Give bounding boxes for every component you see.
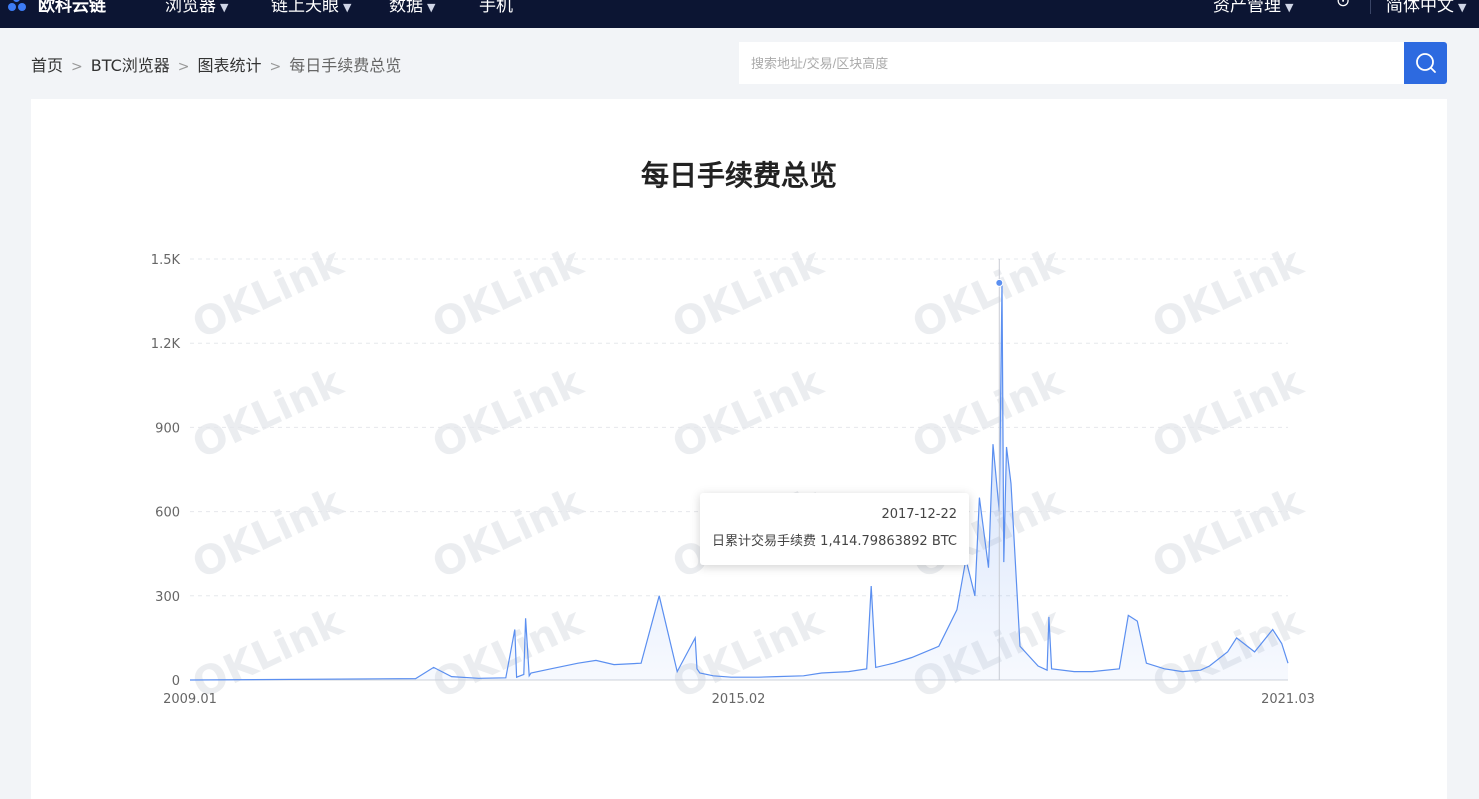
breadcrumb-home[interactable]: 首页 <box>31 56 63 75</box>
breadcrumb-chart-stats[interactable]: 图表统计 <box>197 56 261 75</box>
watermark: OKLink <box>906 238 1071 348</box>
highlight-point <box>995 278 1004 287</box>
breadcrumb-separator: > <box>269 59 282 75</box>
watermark: OKLink <box>1146 358 1311 468</box>
search-button[interactable] <box>1404 42 1447 84</box>
watermark: OKLink <box>186 238 351 348</box>
y-tick-label: 1.2K <box>151 337 181 352</box>
watermark: OKLink <box>426 598 591 708</box>
watermark: OKLink <box>666 358 831 468</box>
language-selector[interactable]: 简体中文 ▼ <box>1386 0 1466 16</box>
series-area <box>190 283 1288 680</box>
watermark: OKLink <box>426 358 591 468</box>
y-tick-label: 300 <box>155 590 180 605</box>
nav-mobile[interactable]: 手机 <box>479 0 513 16</box>
chevron-down-icon: ▼ <box>220 1 229 14</box>
chevron-down-icon: ▼ <box>343 1 352 14</box>
tooltip-value: 1,414.79863892 BTC <box>820 534 957 549</box>
chevron-down-icon: ▼ <box>1458 1 1467 14</box>
y-tick-label: 0 <box>172 674 180 689</box>
tooltip-date: 2017-12-22 <box>881 507 957 522</box>
chart-tooltip: 2017-12-22 日累计交易手续费 1,414.79863892 BTC <box>700 493 969 565</box>
breadcrumb-separator: > <box>71 59 83 75</box>
user-icon[interactable]: ⊙ <box>1336 0 1350 11</box>
watermark: OKLink <box>666 238 831 348</box>
fee-chart[interactable]: OKLink OKLink OKLink OKLink OKLinkOKLink OKLi… <box>31 99 1447 799</box>
watermark: OKLink <box>1146 478 1311 588</box>
search-icon <box>1416 53 1436 73</box>
watermark: OKLink <box>186 358 351 468</box>
search-input[interactable] <box>739 42 1404 84</box>
watermark: OKLink <box>906 358 1071 468</box>
chevron-down-icon: ▼ <box>1285 1 1294 14</box>
x-tick-label: 2009.01 <box>163 692 217 707</box>
nav-divider <box>1370 0 1371 14</box>
watermark: OKLink <box>1146 238 1311 348</box>
top-navbar: 欧科云链 浏览器 ▼ 链上天眼 ▼ 数据 ▼ 手机 资产管理 ▼ ⊙ 简体中文 ▼ <box>0 0 1479 28</box>
nav-browser[interactable]: 浏览器 ▼ <box>165 0 228 16</box>
breadcrumb-current: 每日手续费总览 <box>289 56 402 75</box>
brand-name[interactable]: 欧科云链 <box>38 0 106 16</box>
breadcrumb: 首页 > BTC浏览器 > 图表统计 > 每日手续费总览 <box>31 52 401 76</box>
x-tick-label: 2021.03 <box>1261 692 1315 707</box>
watermark: OKLink <box>426 238 591 348</box>
nav-onchain-eye[interactable]: 链上天眼 ▼ <box>271 0 351 16</box>
nav-asset-management[interactable]: 资产管理 ▼ <box>1213 0 1293 16</box>
chart-card: 每日手续费总览 OKLink OKLink OKLink OKLink OKLink OK… <box>31 99 1447 799</box>
nav-data[interactable]: 数据 ▼ <box>389 0 435 16</box>
watermark: OKLink <box>426 478 591 588</box>
logo-icon[interactable] <box>8 0 32 12</box>
series-line <box>189 283 1289 681</box>
tooltip-row: 日累计交易手续费 1,414.79863892 BTC <box>712 530 957 549</box>
tooltip-label: 日累计交易手续费 <box>712 534 817 549</box>
x-tick-label: 2015.02 <box>712 692 766 707</box>
breadcrumb-separator: > <box>177 59 190 75</box>
chevron-down-icon: ▼ <box>427 1 436 14</box>
watermark: OKLink <box>186 478 351 588</box>
y-tick-label: 600 <box>155 506 180 521</box>
y-tick-label: 900 <box>155 421 180 436</box>
y-tick-label: 1.5K <box>151 253 181 268</box>
breadcrumb-btc-browser[interactable]: BTC浏览器 <box>91 56 170 75</box>
